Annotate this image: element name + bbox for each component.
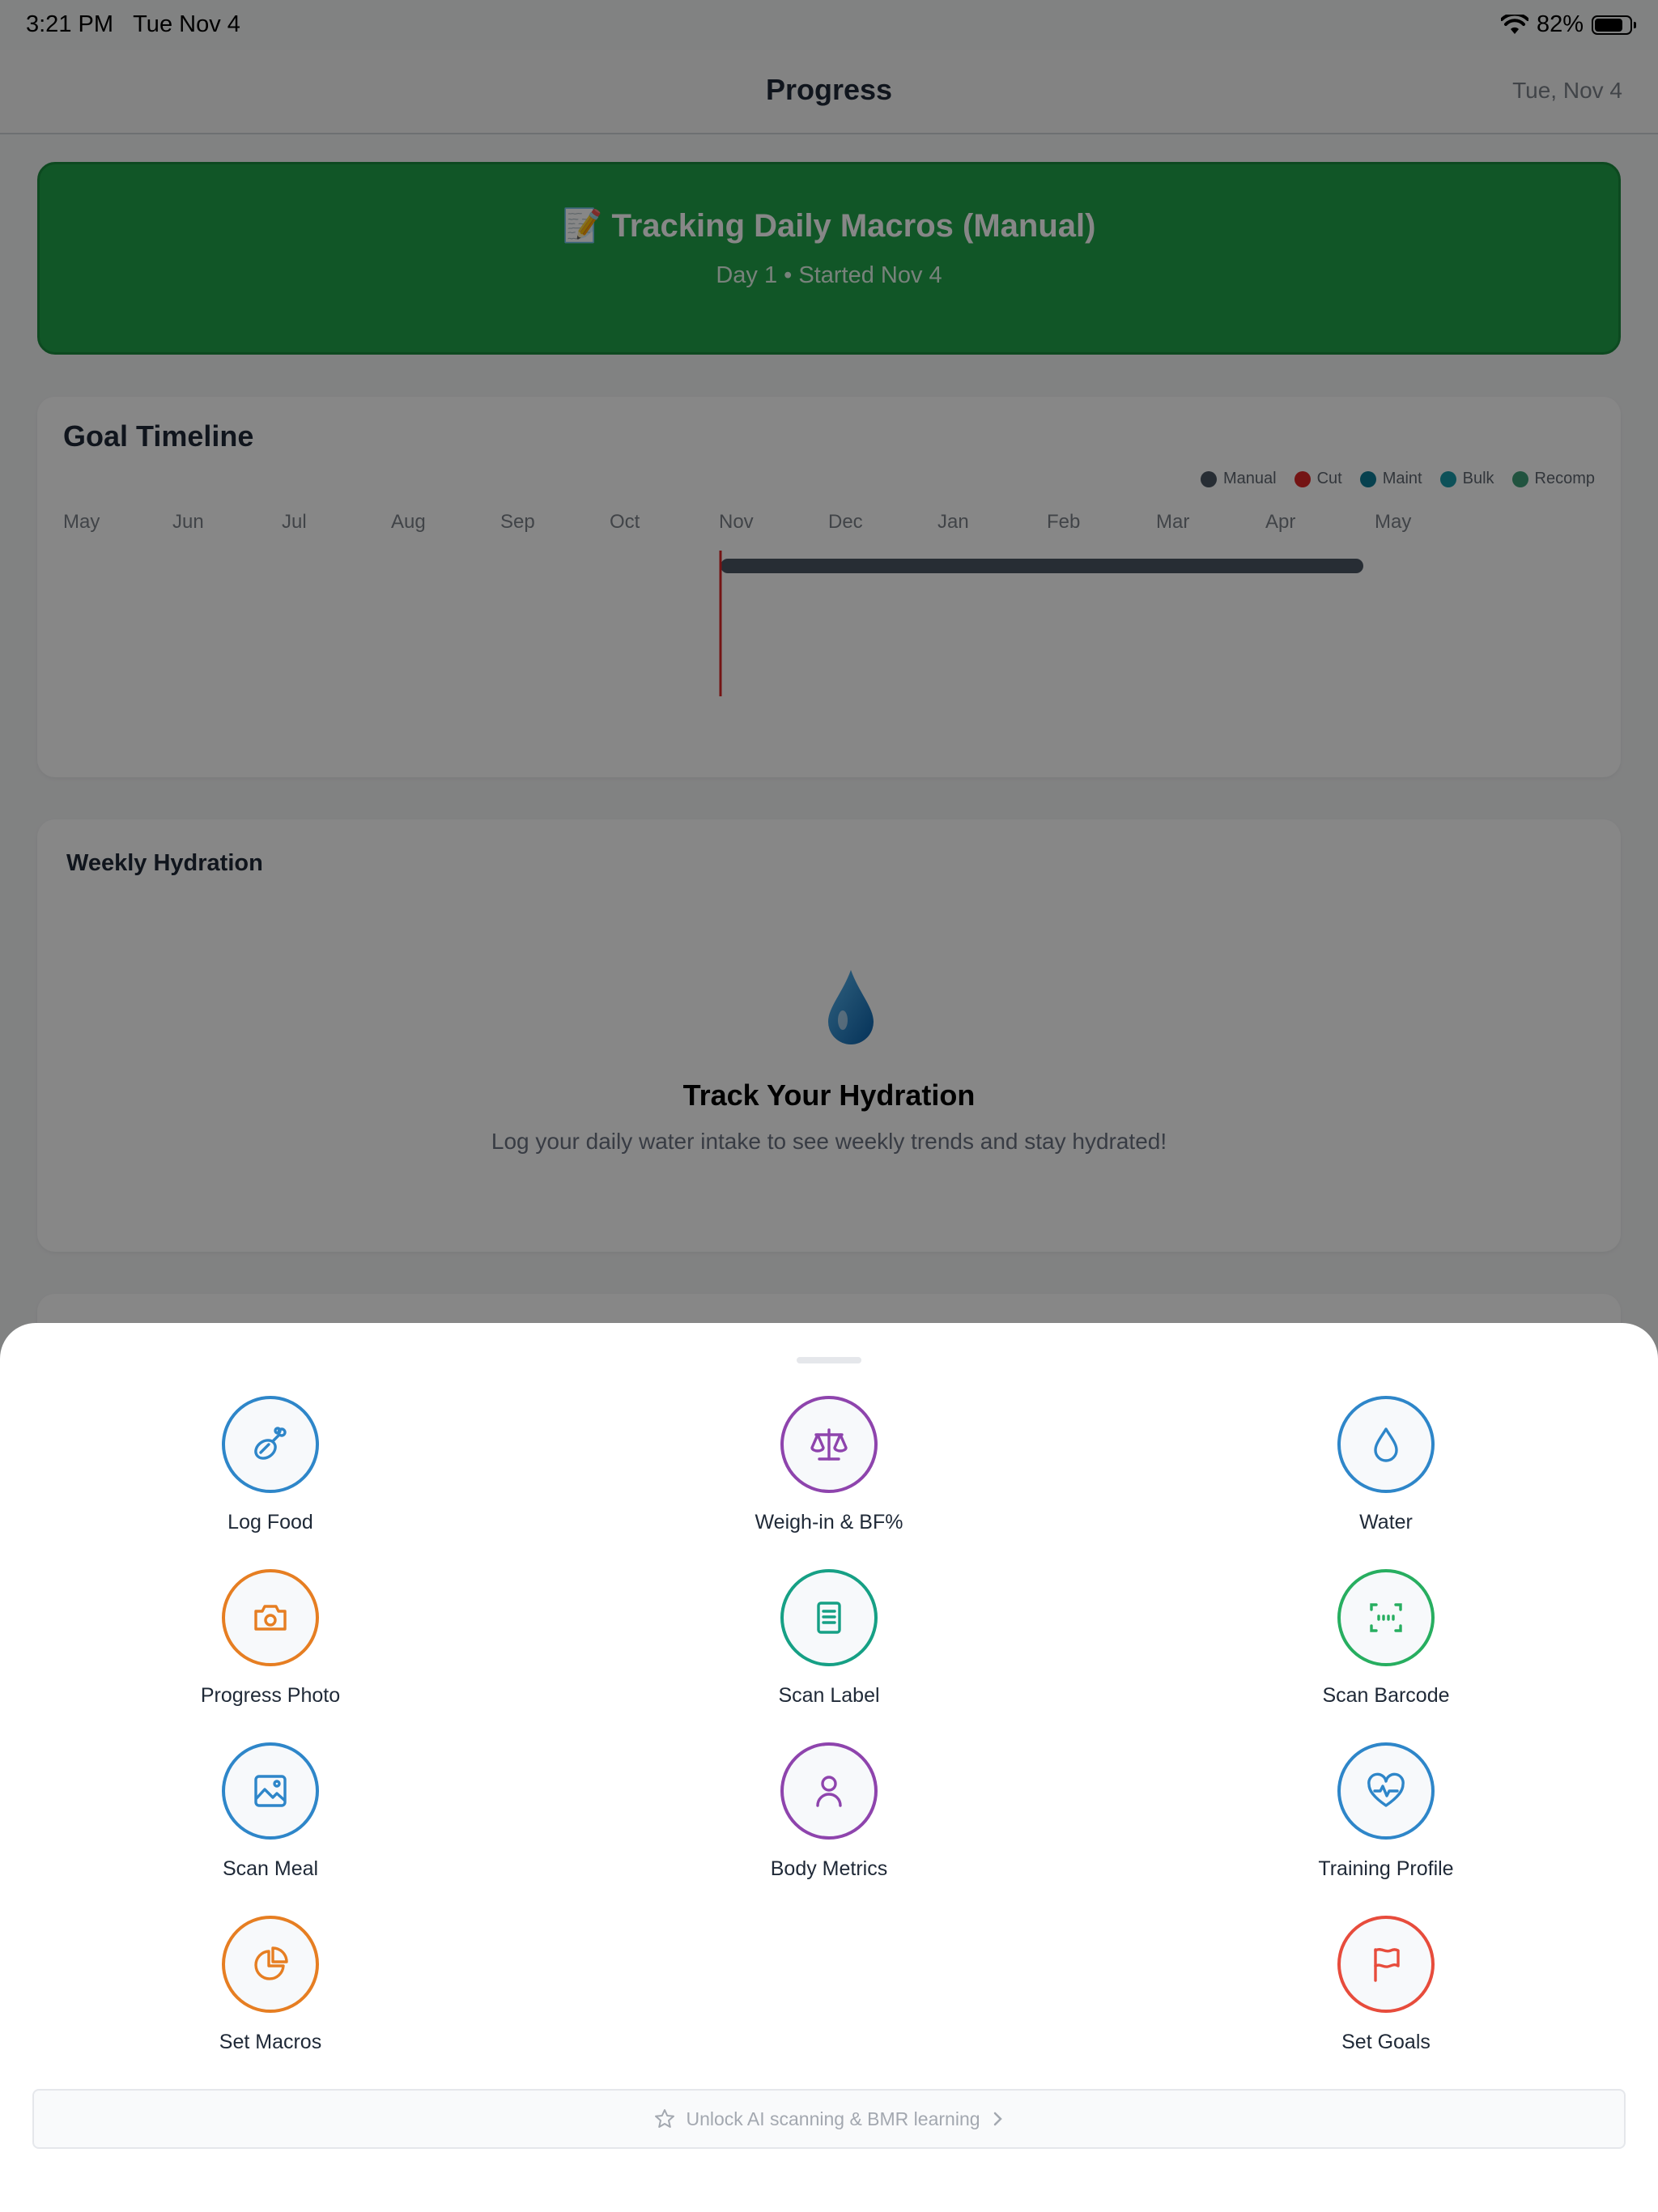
log-food-button[interactable]: Log Food (60, 1396, 481, 1550)
training-profile-button[interactable]: Training Profile (1175, 1742, 1596, 1896)
progress-photo-button[interactable]: Progress Photo (60, 1569, 481, 1723)
weigh-in-button[interactable]: Weigh-in & BF% (619, 1396, 1039, 1550)
set-macros-button[interactable]: Set Macros (60, 1916, 481, 2069)
set-goals-button[interactable]: Set Goals (1175, 1916, 1596, 2069)
camera-icon (254, 1605, 287, 1631)
scan-meal-button[interactable]: Scan Meal (60, 1742, 481, 1896)
upgrade-banner[interactable]: Unlock AI scanning & BMR learning (32, 2089, 1626, 2149)
water-button[interactable]: Water (1175, 1396, 1596, 1550)
heart-pulse-icon (1367, 1772, 1405, 1807)
barcode-scan-icon (1370, 1603, 1402, 1632)
flag-icon (1374, 1948, 1400, 1982)
scale-icon (810, 1428, 848, 1461)
person-icon (816, 1776, 842, 1807)
chevron-right-icon (993, 2112, 1002, 2126)
document-icon (817, 1602, 841, 1634)
water-drop-icon (1374, 1427, 1398, 1462)
upgrade-label: Unlock AI scanning & BMR learning (686, 2108, 980, 2129)
pie-chart-icon (254, 1946, 288, 1980)
scan-label-button[interactable]: Scan Label (619, 1569, 1039, 1723)
food-icon (254, 1427, 287, 1460)
body-metrics-button[interactable]: Body Metrics (619, 1742, 1039, 1896)
star-icon (655, 2109, 675, 2128)
quick-actions-sheet: Log Food Weigh-in & BF% Water Progress P… (0, 1323, 1658, 2212)
scan-barcode-button[interactable]: Scan Barcode (1175, 1569, 1596, 1723)
sheet-grabber[interactable] (797, 1357, 861, 1363)
image-icon (254, 1775, 287, 1807)
